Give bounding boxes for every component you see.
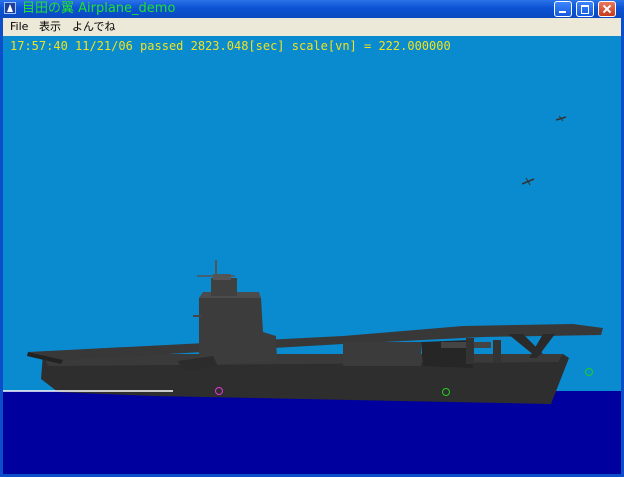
menu-view[interactable]: 表示 [39, 18, 61, 36]
aircraft-carrier [3, 260, 603, 404]
title-bar[interactable]: 目田の翼 Airplane_demo [0, 0, 624, 18]
close-button[interactable] [598, 1, 616, 17]
aircraft-far-2 [521, 177, 535, 186]
menu-yondene[interactable]: よんでね [72, 18, 115, 36]
window-title: 目田の翼 Airplane_demo [22, 1, 176, 16]
app-icon[interactable] [4, 2, 16, 14]
island-tower [199, 298, 277, 366]
marker-green-2 [585, 368, 593, 376]
menu-file[interactable]: File [10, 18, 28, 36]
minimize-button[interactable] [554, 1, 572, 17]
app-window: 目田の翼 Airplane_demo File 表示 よんでね 17:57:40… [0, 0, 624, 477]
scene-graphics [3, 115, 603, 404]
menu-bar: File 表示 よんでね [3, 18, 621, 36]
status-readout: 17:57:40 11/21/06 passed 2823.048[sec] s… [10, 39, 451, 53]
aircraft-far-1 [555, 115, 567, 122]
maximize-button[interactable] [576, 1, 594, 17]
3d-viewport[interactable]: 17:57:40 11/21/06 passed 2823.048[sec] s… [3, 36, 621, 474]
